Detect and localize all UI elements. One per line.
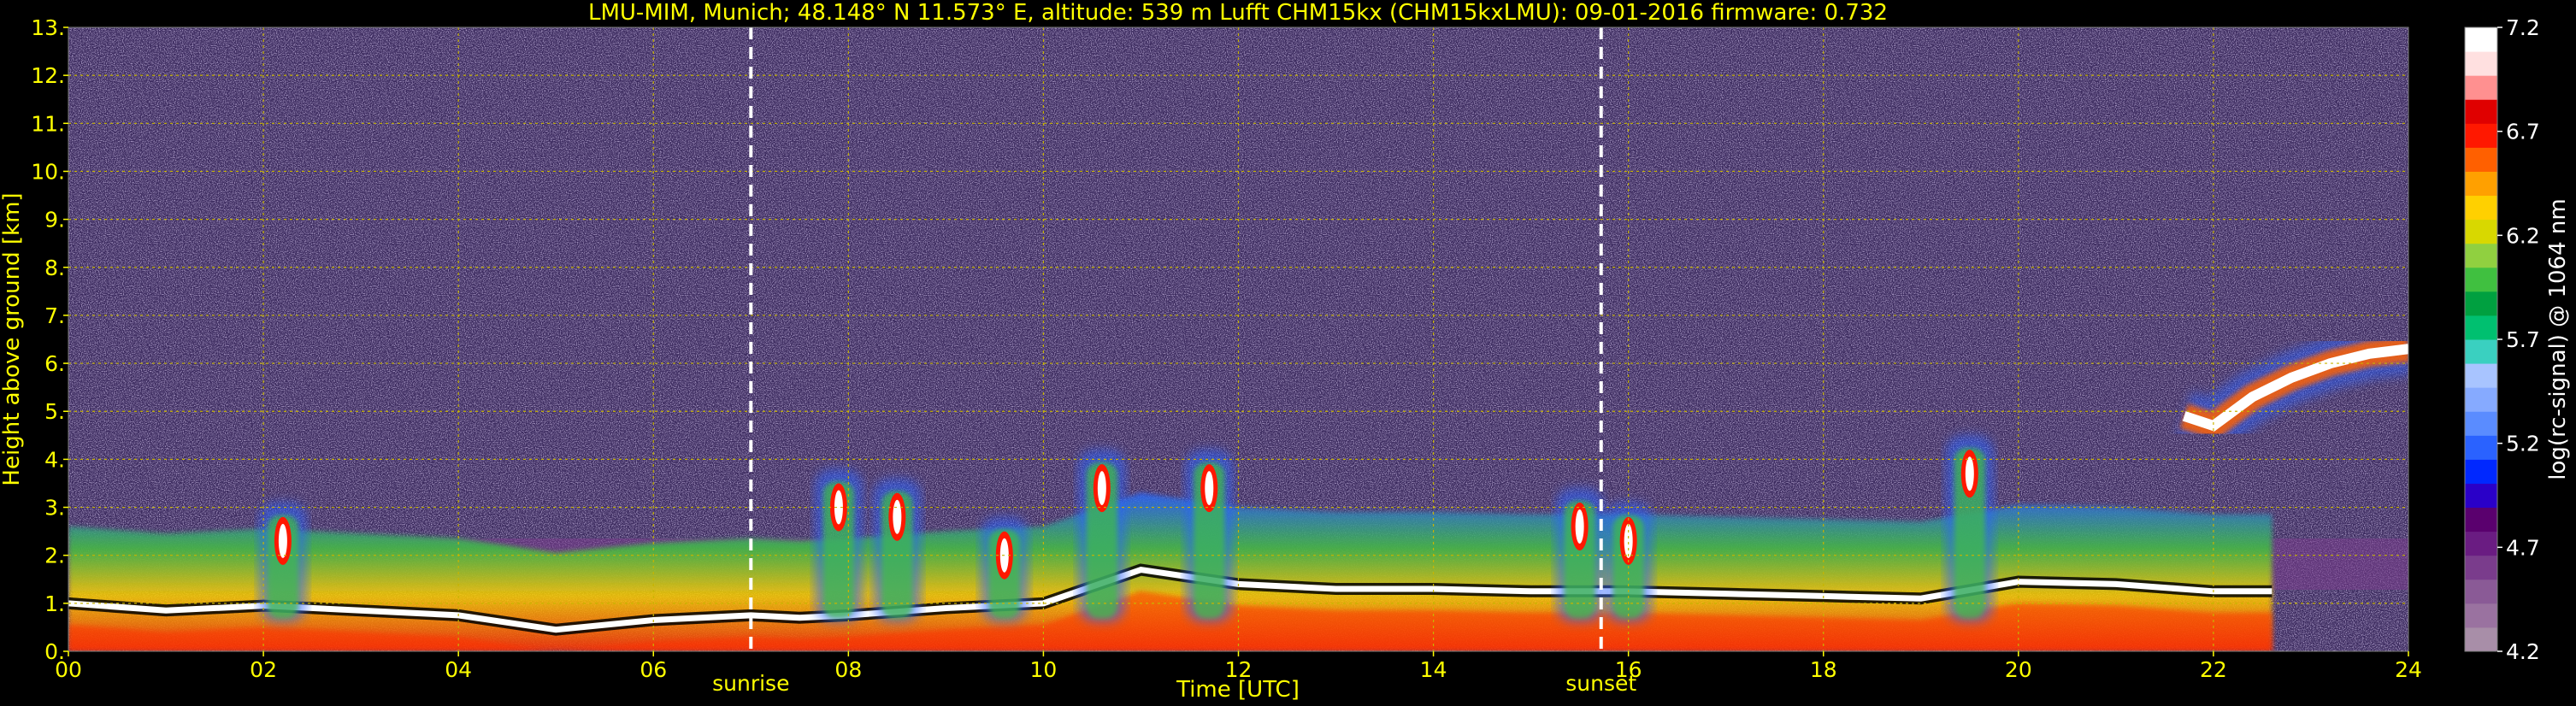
colorbar-segment bbox=[2465, 579, 2497, 604]
colorbar-segment bbox=[2465, 171, 2497, 197]
colorbar-segment bbox=[2465, 267, 2497, 292]
colorbar-segment bbox=[2465, 507, 2497, 532]
colorbar-tick-label: 4.2 bbox=[2506, 639, 2540, 664]
colorbar-label: log(rc-signal) @ 1064 nm bbox=[2545, 198, 2571, 479]
x-tick-label: 04 bbox=[445, 657, 472, 682]
y-axis-ticks: 0. 1. 2. 3. 4. 5. 6. 7. 8. 9. 10. 11. 12. 13. bbox=[31, 15, 68, 664]
cloud-patch-core bbox=[1205, 471, 1214, 506]
colorbar-tick-label: 5.7 bbox=[2506, 327, 2540, 352]
colorbar-ticks: 4.2 4.7 5.2 5.7 6.2 6.7 7.2 bbox=[2497, 15, 2540, 664]
y-tick-label: 9. bbox=[44, 208, 65, 232]
colorbar-segment bbox=[2465, 603, 2497, 628]
cloud-patch-core bbox=[1624, 523, 1633, 558]
event-label-sunset: sunset bbox=[1565, 671, 1636, 696]
y-tick-label: 11. bbox=[31, 111, 65, 136]
event-label-sunrise: sunrise bbox=[712, 671, 789, 696]
y-tick-label: 4. bbox=[44, 447, 65, 472]
y-tick-label: 5. bbox=[44, 399, 65, 424]
colorbar-segment bbox=[2465, 363, 2497, 388]
y-tick-label: 8. bbox=[44, 256, 65, 280]
colorbar-segment bbox=[2465, 339, 2497, 364]
colorbar-tick-label: 5.2 bbox=[2506, 432, 2540, 456]
colorbar-tick-label: 7.2 bbox=[2506, 15, 2540, 40]
cloud-patch-core bbox=[1097, 471, 1106, 506]
colorbar-segment bbox=[2465, 459, 2497, 484]
colorbar-segment bbox=[2465, 195, 2497, 221]
colorbar-segment bbox=[2465, 435, 2497, 460]
colorbar: 4.2 4.7 5.2 5.7 6.2 6.7 7.2 log(rc-signal) @ 1… bbox=[2464, 15, 2571, 664]
colorbar-tick-label: 6.2 bbox=[2506, 223, 2540, 248]
colorbar-segment bbox=[2465, 483, 2497, 509]
colorbar-segment bbox=[2465, 75, 2497, 100]
cloud-patch-core bbox=[893, 499, 902, 534]
colorbar-segment bbox=[2465, 243, 2497, 268]
x-tick-label: 06 bbox=[640, 657, 667, 682]
colorbar-segment bbox=[2465, 27, 2497, 52]
y-tick-label: 7. bbox=[44, 303, 65, 328]
colorbar-segments bbox=[2465, 27, 2497, 652]
cloud-patch-core bbox=[1575, 509, 1584, 544]
colorbar-segment bbox=[2465, 555, 2497, 580]
colorbar-segment bbox=[2465, 99, 2497, 124]
y-tick-label: 10. bbox=[31, 159, 65, 184]
colorbar-segment bbox=[2465, 123, 2497, 148]
x-tick-label: 08 bbox=[834, 657, 862, 682]
y-tick-label: 3. bbox=[44, 496, 65, 521]
x-tick-label: 24 bbox=[2395, 657, 2422, 682]
y-axis-label: Height above ground [km] bbox=[0, 192, 25, 485]
y-tick-label: 6. bbox=[44, 351, 65, 376]
y-tick-label: 2. bbox=[44, 544, 65, 568]
colorbar-segment bbox=[2465, 219, 2497, 244]
y-tick-label: 12. bbox=[31, 63, 65, 88]
y-tick-label: 0. bbox=[44, 639, 65, 664]
x-tick-label: 02 bbox=[250, 657, 277, 682]
colorbar-tick-label: 4.7 bbox=[2506, 535, 2540, 560]
colorbar-tick-label: 6.7 bbox=[2506, 120, 2540, 144]
y-tick-label: 1. bbox=[44, 591, 65, 616]
y-tick-label: 13. bbox=[31, 15, 65, 40]
colorbar-segment bbox=[2465, 387, 2497, 412]
x-tick-label: 10 bbox=[1030, 657, 1058, 682]
colorbar-segment bbox=[2465, 291, 2497, 316]
x-axis-label: Time [UTC] bbox=[1176, 677, 1300, 703]
x-tick-label: 14 bbox=[1420, 657, 1447, 682]
ceilometer-figure: 00 02 04 06 08 10 12 14 16 18 20 22 24 0.1.2.3.4.5.6… bbox=[0, 0, 2571, 703]
x-tick-label: 20 bbox=[2005, 657, 2032, 682]
plot-area bbox=[68, 27, 2408, 651]
colorbar-segment bbox=[2465, 531, 2497, 556]
x-tick-label: 22 bbox=[2200, 657, 2227, 682]
x-tick-label: 18 bbox=[1810, 657, 1837, 682]
cloud-patch-core bbox=[278, 523, 287, 558]
colorbar-segment bbox=[2465, 51, 2497, 76]
colorbar-segment bbox=[2465, 411, 2497, 436]
colorbar-segment bbox=[2465, 147, 2497, 172]
colorbar-segment bbox=[2465, 315, 2497, 340]
colorbar-segment bbox=[2465, 627, 2497, 652]
cloud-patch-core bbox=[1965, 456, 1974, 491]
chart-title: LMU-MIM, Munich; 48.148° N 11.573° E, al… bbox=[588, 0, 1888, 26]
